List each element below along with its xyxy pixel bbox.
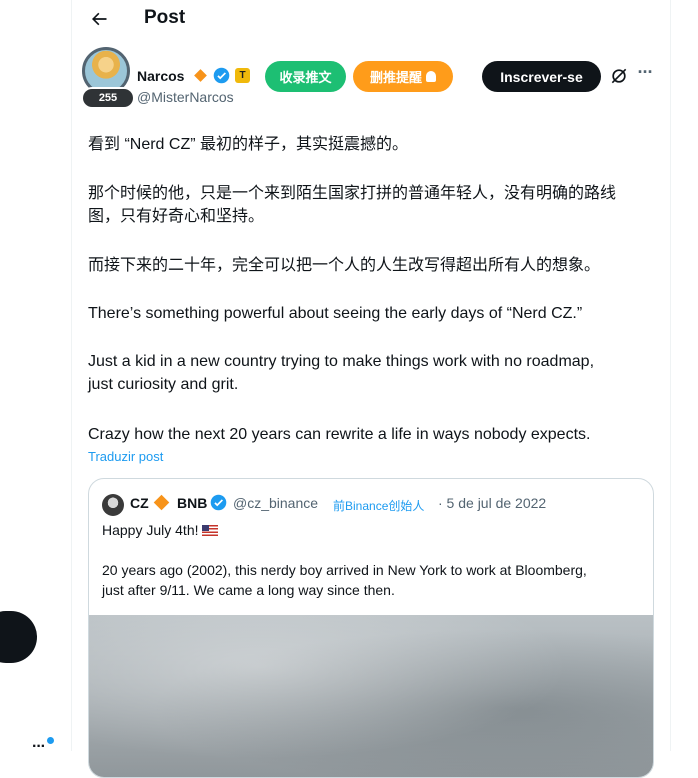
back-button[interactable] bbox=[82, 2, 116, 36]
bell-icon bbox=[426, 71, 436, 82]
delete-alert-label: 删推提醒 bbox=[369, 70, 422, 85]
avatar bbox=[82, 47, 130, 95]
translate-post-link[interactable]: Traduzir post bbox=[88, 449, 163, 464]
quoted-post-card[interactable]: CZ BNB @cz_binance 前Binance创始人 · 5 de ju… bbox=[88, 478, 654, 778]
quoted-author-name-suffix[interactable]: BNB bbox=[177, 495, 207, 511]
diamond-icon bbox=[153, 494, 170, 511]
verified-icon bbox=[210, 494, 227, 511]
more-menu-icon[interactable]: ··· bbox=[32, 738, 46, 756]
page-title: Post bbox=[144, 7, 186, 28]
author-avatar[interactable]: 255 bbox=[82, 47, 134, 107]
post-compose-button[interactable] bbox=[0, 611, 37, 663]
author-handle[interactable]: @MisterNarcos bbox=[137, 89, 234, 105]
quoted-author-label: 前Binance创始人 bbox=[333, 499, 425, 513]
quoted-author-handle[interactable]: @cz_binance bbox=[233, 495, 318, 511]
more-options-icon[interactable]: ··· bbox=[634, 63, 656, 85]
notification-dot bbox=[47, 737, 54, 744]
affiliate-badge-icon[interactable]: T bbox=[235, 68, 250, 83]
us-flag-icon bbox=[201, 525, 218, 536]
subscribe-label: Inscrever-se bbox=[500, 68, 583, 85]
quoted-author-name[interactable]: CZ bbox=[130, 495, 149, 511]
post-paragraph: There’s something powerful about seeing … bbox=[88, 305, 583, 322]
post-paragraph: 而接下来的二十年，完全可以把一个人的人生改写得超出所有人的想象。 bbox=[88, 257, 601, 274]
post-paragraph: Crazy how the next 20 years can rewrite … bbox=[88, 426, 591, 443]
quoted-text-line: just after 9/11. We came a long way sinc… bbox=[102, 582, 395, 598]
post-paragraph: 那个时候的他，只是一个来到陌生国家打拼的普通年轻人，没有明确的路线 图，只有好奇… bbox=[88, 185, 617, 225]
quoted-text-line: 20 years ago (2002), this nerdy boy arri… bbox=[102, 562, 587, 578]
quoted-photo[interactable] bbox=[89, 615, 653, 777]
delete-alert-button[interactable]: 删推提醒 bbox=[353, 61, 453, 92]
avatar-badge: 255 bbox=[83, 89, 133, 107]
post-paragraph: 看到 “Nerd CZ” 最初的样子，其实挺震撼的。 bbox=[88, 136, 409, 153]
bookmark-post-label: 收录推文 bbox=[279, 70, 332, 85]
quoted-post-date[interactable]: · 5 de jul de 2022 bbox=[438, 495, 546, 511]
bookmark-post-button[interactable]: 收录推文 bbox=[265, 61, 346, 92]
author-name[interactable]: Narcos bbox=[137, 68, 184, 84]
quoted-avatar[interactable] bbox=[102, 494, 124, 516]
quoted-text-line-content: Happy July 4th! bbox=[102, 522, 199, 538]
quoted-text-line: Happy July 4th! bbox=[102, 520, 647, 540]
post-paragraph: Just a kid in a new country trying to ma… bbox=[88, 353, 595, 393]
arrow-left-icon bbox=[92, 12, 107, 26]
grok-icon[interactable] bbox=[609, 66, 629, 86]
subscribe-button[interactable]: Inscrever-se bbox=[482, 61, 601, 92]
verified-icon bbox=[213, 67, 230, 84]
